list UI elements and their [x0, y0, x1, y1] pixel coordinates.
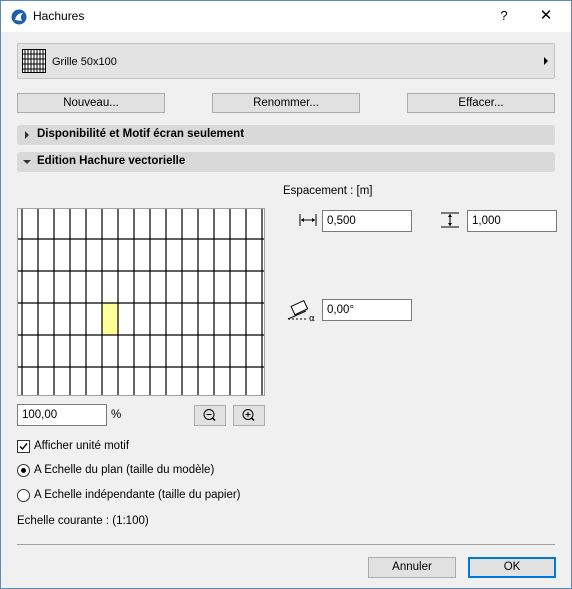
scale-independent-label: A Echelle indépendante (taille du papier…: [34, 489, 241, 501]
vertical-spacing-icon: [441, 212, 459, 228]
close-button[interactable]: ✕: [531, 4, 561, 28]
angle-icon: α: [287, 299, 315, 323]
ok-button[interactable]: OK: [468, 557, 556, 578]
current-scale-label: Echelle courante : (1:100): [17, 515, 149, 527]
hatch-lines: [18, 209, 264, 395]
zoom-in-icon: [242, 409, 255, 422]
chevron-right-icon: [544, 57, 548, 65]
rename-button[interactable]: Renommer...: [212, 93, 360, 113]
vertical-spacing-input[interactable]: 1,000: [467, 210, 557, 232]
pattern-unit-highlight: [102, 303, 118, 335]
hatch-preview-grid: [18, 209, 264, 395]
horizontal-spacing-input[interactable]: 0,500: [322, 210, 412, 232]
grid-pattern-icon: [22, 49, 46, 73]
checkmark-icon: [19, 443, 28, 451]
show-unit-label: Afficher unité motif: [34, 440, 130, 452]
radio-selected-dot: [21, 468, 26, 473]
zoom-input[interactable]: 100,00: [17, 404, 107, 426]
section-availability-title: Disponibilité et Motif écran seulement: [37, 128, 245, 140]
section-vector-edit-title: Edition Hachure vectorielle: [37, 155, 186, 167]
scale-plan-radio[interactable]: [17, 464, 30, 477]
new-button[interactable]: Nouveau...: [17, 93, 165, 113]
zoom-in-button[interactable]: [233, 405, 265, 426]
show-unit-checkbox[interactable]: [17, 440, 30, 453]
pattern-name: Grille 50x100: [52, 56, 117, 68]
svg-text:α: α: [309, 314, 315, 323]
title-bar: Hachures ? ✕: [1, 1, 571, 32]
triangle-down-icon: [23, 160, 31, 164]
footer-divider: [17, 544, 555, 545]
window-title: Hachures: [33, 9, 85, 23]
scale-independent-radio[interactable]: [17, 489, 30, 502]
angle-input[interactable]: 0,00°: [322, 299, 412, 321]
section-vector-edit[interactable]: Edition Hachure vectorielle: [17, 152, 555, 172]
spacing-label: Espacement : [m]: [283, 185, 373, 197]
delete-button[interactable]: Effacer...: [407, 93, 555, 113]
scale-plan-label: A Echelle du plan (taille du modèle): [34, 464, 215, 476]
hatch-preview[interactable]: [17, 208, 265, 396]
horizontal-spacing-icon: [299, 214, 317, 226]
hatch-dialog: Hachures ? ✕ Grille 50x100 Nouveau... Re…: [0, 0, 572, 589]
cancel-button[interactable]: Annuler: [368, 557, 456, 578]
section-availability[interactable]: Disponibilité et Motif écran seulement: [17, 125, 555, 145]
pattern-selector[interactable]: Grille 50x100: [17, 43, 555, 79]
help-button[interactable]: ?: [489, 4, 519, 28]
triangle-right-icon: [25, 131, 29, 139]
app-logo-icon: [11, 9, 27, 25]
zoom-unit: %: [111, 409, 122, 421]
zoom-out-button[interactable]: [194, 405, 226, 426]
zoom-out-icon: [203, 409, 216, 422]
